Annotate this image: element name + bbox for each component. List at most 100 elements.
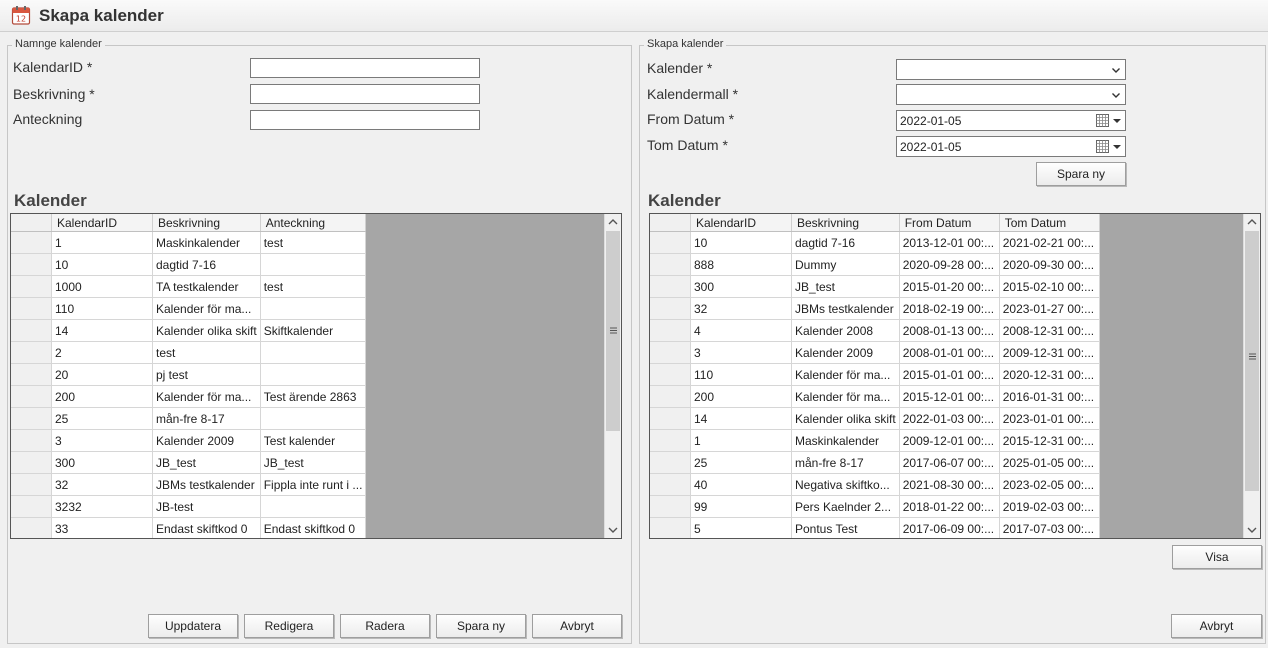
table-cell[interactable]: 32 xyxy=(51,473,153,496)
table-cell[interactable]: dagtid 7-16 xyxy=(791,231,900,254)
calendar-grid-icon[interactable] xyxy=(1096,114,1109,127)
row-header[interactable] xyxy=(650,341,691,364)
table-row[interactable]: 300 JB_test 2015-01-20 00:... 2015-02-10 00… xyxy=(650,275,1100,298)
scroll-thumb[interactable] xyxy=(1245,231,1259,491)
table-cell[interactable]: 1000 xyxy=(51,275,153,298)
table-row[interactable]: 5 Pontus Test 2017-06-09 00:... 2017-07-03 … xyxy=(650,517,1100,538)
table-row[interactable]: 14 Kalender olika skift Skiftkalender xyxy=(11,319,367,342)
column-header[interactable]: Beskrivning xyxy=(791,214,900,232)
row-header[interactable] xyxy=(650,363,691,386)
row-header[interactable] xyxy=(650,407,691,430)
to-date-picker[interactable]: 2022-01-05 xyxy=(896,136,1126,157)
table-cell[interactable]: 2022-01-03 00:... xyxy=(899,407,1000,430)
row-header[interactable] xyxy=(11,253,52,276)
table-cell[interactable]: Negativa skiftko... xyxy=(791,473,900,496)
table-cell[interactable]: 32 xyxy=(690,297,792,320)
table-cell[interactable]: Pontus Test xyxy=(791,517,900,538)
scroll-up-icon[interactable] xyxy=(605,214,621,230)
table-cell[interactable]: Endast skiftkod 0 xyxy=(260,517,367,538)
row-header[interactable] xyxy=(11,407,52,430)
table-row[interactable]: 32 JBMs testkalender Fippla inte runt i ..… xyxy=(11,473,367,496)
row-header[interactable] xyxy=(11,275,52,298)
table-cell[interactable]: 40 xyxy=(690,473,792,496)
calendar-template-select[interactable] xyxy=(896,84,1126,105)
table-cell[interactable]: 2020-12-31 00:... xyxy=(999,363,1100,386)
table-cell[interactable]: 2020-09-28 00:... xyxy=(899,253,1000,276)
cancel-button[interactable]: Avbryt xyxy=(532,614,622,638)
right-grid-scrollbar[interactable] xyxy=(1243,214,1260,538)
dropdown-arrow-icon[interactable] xyxy=(1112,115,1122,127)
table-cell[interactable]: JBMs testkalender xyxy=(791,297,900,320)
table-row[interactable]: 2 test xyxy=(11,341,367,364)
table-cell[interactable]: 3232 xyxy=(51,495,153,518)
table-row[interactable]: 14 Kalender olika skift 2022-01-03 00:... 2… xyxy=(650,407,1100,430)
update-button[interactable]: Uppdatera xyxy=(148,614,238,638)
table-cell[interactable]: 2019-02-03 00:... xyxy=(999,495,1100,518)
table-row[interactable]: 10 dagtid 7-16 xyxy=(11,253,367,276)
table-cell[interactable] xyxy=(260,341,367,364)
table-row[interactable]: 110 Kalender för ma... xyxy=(11,297,367,320)
calendar-grid-icon[interactable] xyxy=(1096,140,1109,153)
table-cell[interactable]: JB_test xyxy=(791,275,900,298)
row-header[interactable] xyxy=(650,517,691,538)
scroll-down-icon[interactable] xyxy=(1244,522,1260,538)
table-cell[interactable]: Skiftkalender xyxy=(260,319,367,342)
row-header[interactable] xyxy=(650,385,691,408)
row-header[interactable] xyxy=(650,231,691,254)
table-cell[interactable]: 4 xyxy=(690,319,792,342)
table-cell[interactable]: 14 xyxy=(690,407,792,430)
row-header[interactable] xyxy=(11,473,52,496)
column-header[interactable]: Tom Datum xyxy=(999,214,1100,232)
row-header[interactable] xyxy=(650,473,691,496)
table-cell[interactable]: Endast skiftkod 0 xyxy=(152,517,261,538)
table-cell[interactable]: 99 xyxy=(690,495,792,518)
table-cell[interactable]: 1 xyxy=(690,429,792,452)
column-header[interactable]: KalendarID xyxy=(51,214,153,232)
row-header[interactable] xyxy=(650,451,691,474)
table-row[interactable]: 110 Kalender för ma... 2015-01-01 00:... 20… xyxy=(650,363,1100,386)
table-cell[interactable]: 2015-12-01 00:... xyxy=(899,385,1000,408)
table-cell[interactable]: 25 xyxy=(690,451,792,474)
table-row[interactable]: 4 Kalender 2008 2008-01-13 00:... 2008-12-3… xyxy=(650,319,1100,342)
table-cell[interactable]: 200 xyxy=(690,385,792,408)
table-cell[interactable]: 2017-06-09 00:... xyxy=(899,517,1000,538)
note-input[interactable] xyxy=(250,110,480,130)
row-header[interactable] xyxy=(650,275,691,298)
table-cell[interactable]: 2018-02-19 00:... xyxy=(899,297,1000,320)
table-cell[interactable]: TA testkalender xyxy=(152,275,261,298)
table-row[interactable]: 25 mån-fre 8-17 xyxy=(11,407,367,430)
table-cell[interactable]: Maskinkalender xyxy=(791,429,900,452)
table-cell[interactable]: 2025-01-05 00:... xyxy=(999,451,1100,474)
table-cell[interactable]: Test kalender xyxy=(260,429,367,452)
table-row[interactable]: 40 Negativa skiftko... 2021-08-30 00:... 20… xyxy=(650,473,1100,496)
row-header[interactable] xyxy=(11,319,52,342)
column-header[interactable]: From Datum xyxy=(899,214,1000,232)
row-header[interactable] xyxy=(650,253,691,276)
calendar-select[interactable] xyxy=(896,59,1126,80)
table-cell[interactable] xyxy=(260,297,367,320)
table-row[interactable]: 3232 JB-test xyxy=(11,495,367,518)
table-cell[interactable]: Kalender för ma... xyxy=(791,363,900,386)
column-header[interactable]: KalendarID xyxy=(690,214,792,232)
table-cell[interactable]: 200 xyxy=(51,385,153,408)
table-cell[interactable]: Kalender för ma... xyxy=(152,385,261,408)
table-cell[interactable]: 2021-08-30 00:... xyxy=(899,473,1000,496)
table-cell[interactable]: test xyxy=(260,231,367,254)
table-row[interactable]: 888 Dummy 2020-09-28 00:... 2020-09-30 00:.… xyxy=(650,253,1100,276)
table-cell[interactable]: 2021-02-21 00:... xyxy=(999,231,1100,254)
table-cell[interactable]: dagtid 7-16 xyxy=(152,253,261,276)
save-new-button[interactable]: Spara ny xyxy=(436,614,526,638)
table-row[interactable]: 3 Kalender 2009 Test kalender xyxy=(11,429,367,452)
table-cell[interactable]: 300 xyxy=(690,275,792,298)
table-row[interactable]: 200 Kalender för ma... 2015-12-01 00:... 20… xyxy=(650,385,1100,408)
table-cell[interactable]: 2015-01-20 00:... xyxy=(899,275,1000,298)
table-row[interactable]: 1000 TA testkalender test xyxy=(11,275,367,298)
table-cell[interactable]: Kalender 2008 xyxy=(791,319,900,342)
table-cell[interactable]: Kalender för ma... xyxy=(152,297,261,320)
table-row[interactable]: 10 dagtid 7-16 2013-12-01 00:... 2021-02-21… xyxy=(650,231,1100,254)
row-header[interactable] xyxy=(11,517,52,538)
table-cell[interactable]: Kalender 2009 xyxy=(152,429,261,452)
table-cell[interactable]: JBMs testkalender xyxy=(152,473,261,496)
row-header[interactable] xyxy=(11,341,52,364)
row-header[interactable] xyxy=(650,297,691,320)
